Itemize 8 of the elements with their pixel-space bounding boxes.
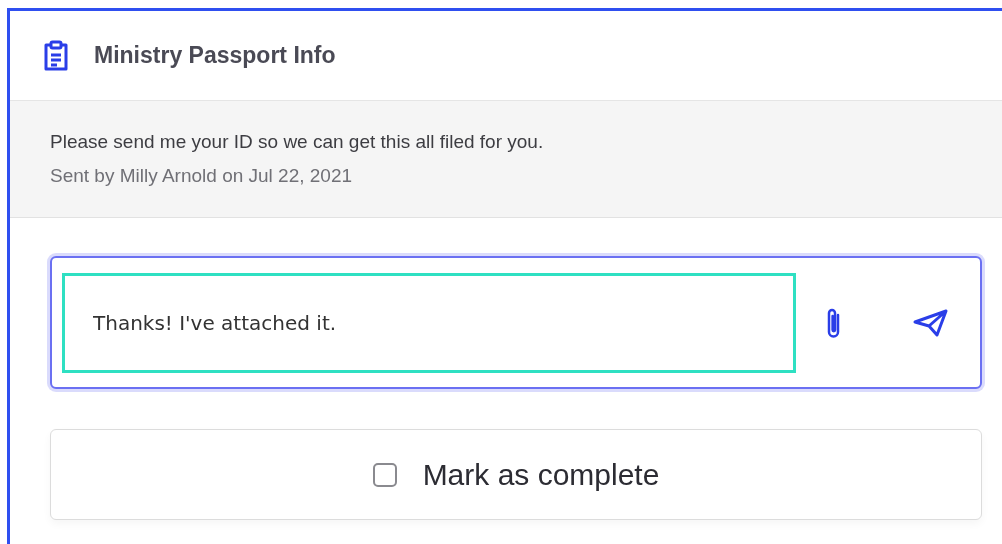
reply-field[interactable]: Thanks! I've attached it. xyxy=(62,272,796,373)
card-title: Ministry Passport Info xyxy=(94,41,336,71)
message-text: Please send me your ID so we can get this all filed for you. xyxy=(50,129,545,154)
mark-complete-button[interactable]: Mark as complete xyxy=(50,429,982,520)
checkbox[interactable] xyxy=(372,462,397,487)
clipboard-icon xyxy=(42,39,70,72)
message-meta: Sent by Milly Arnold on Jul 22, 2021 xyxy=(50,164,354,188)
send-icon xyxy=(913,307,949,338)
